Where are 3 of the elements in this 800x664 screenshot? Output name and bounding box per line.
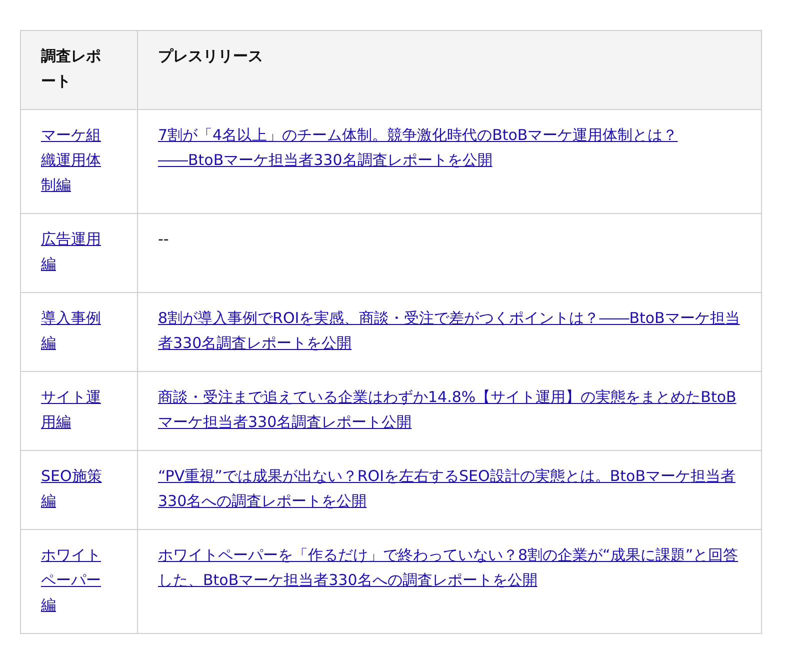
column-header: 調査レポート <box>41 46 102 92</box>
table-cell-text: -- <box>158 229 169 250</box>
column-header: プレスリリース <box>158 46 263 67</box>
